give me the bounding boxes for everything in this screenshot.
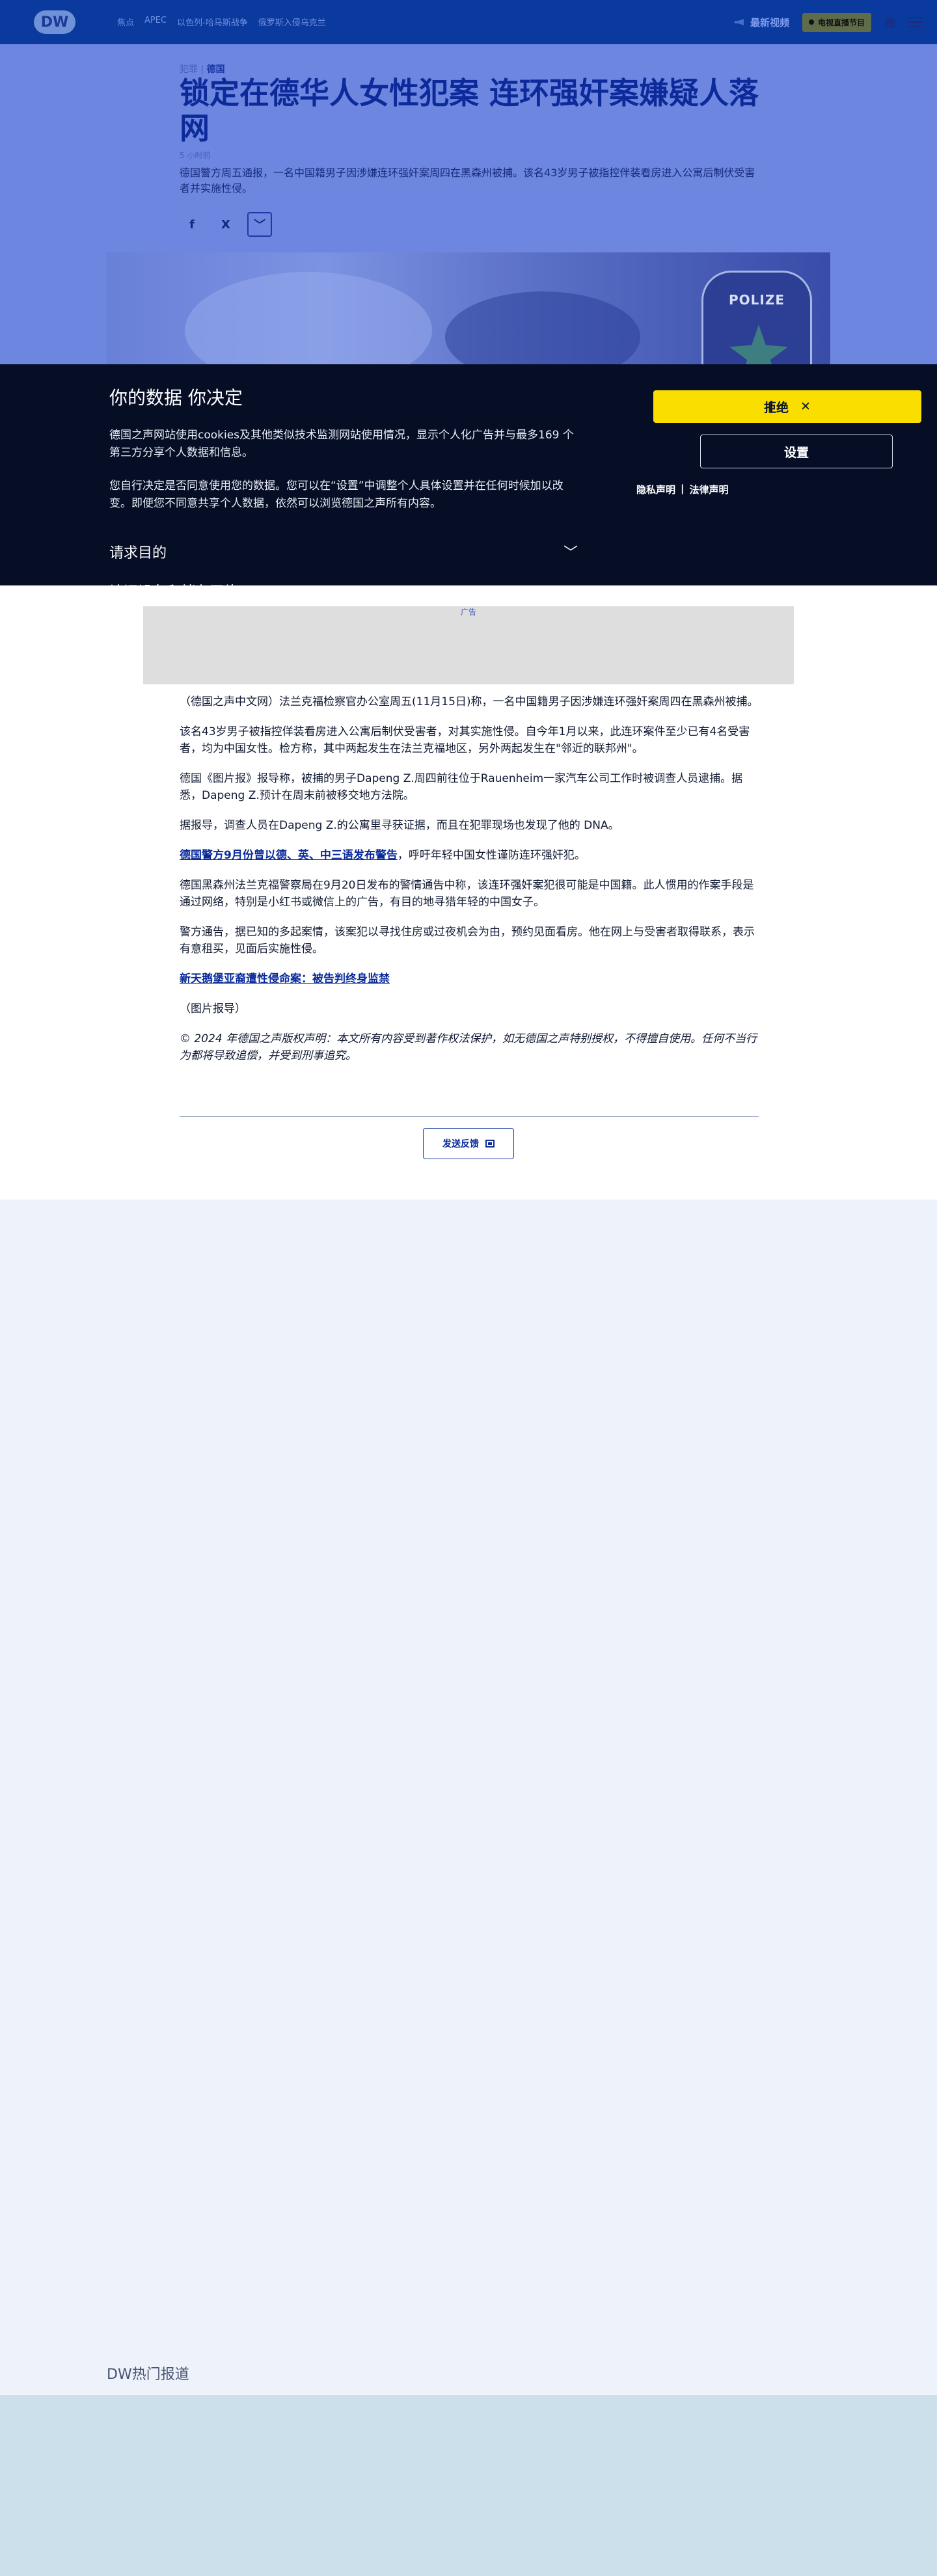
topic-nav: 焦点 APEC 以色列-哈马斯战争 俄罗斯入侵乌克兰 [117,16,326,28]
facebook-icon[interactable]: f [180,212,204,237]
paragraph: 新天鹅堡亚裔遭性侵命案：被告判终身监禁 [180,971,759,987]
x-icon[interactable]: X [213,212,238,237]
divider [180,1116,759,1117]
breadcrumb-region[interactable]: 德国 [207,64,225,75]
article-header: 犯罪 | 德国 锁定在德华人女性犯案 连环强奸案嫌疑人落网 5 小时前 德国警方… [0,44,937,409]
related-article-link[interactable]: 新天鹅堡亚裔遭性侵命案：被告判终身监禁 [180,973,390,986]
nav-item-israel-hamas[interactable]: 以色列-哈马斯战争 [177,16,248,28]
paragraph: 德国警方9月份曾以德、英、中三语发布警告，呼吁年轻中国女性谨防连环强奸犯。 [180,847,759,864]
paragraph: 该名43岁男子被指控佯装看房进入公寓后制伏受害者，对其实施性侵。自今年1月以来，… [180,725,750,755]
consent-text-1: 德国之声网站使用cookies及其他类似技术监测网站使用情况，显示个人化广告并与… [109,429,574,459]
copy-icon [485,1140,495,1147]
share-more-button[interactable]: ﹀ [247,212,272,237]
settings-button[interactable]: 设置 [700,435,893,468]
article-title: 锁定在德华人女性犯案 连环强奸案嫌疑人落网 [180,75,759,146]
live-tv-label: 电视直播节目 [817,18,865,27]
paragraph: 据报导，调查人员在Dapeng Z.的公寓里寻获证据，而且在犯罪现场也发现了他的… [180,819,619,832]
police-warning-link[interactable]: 德国警方9月份曾以德、英、中三语发布警告 [180,849,398,862]
policy-links: 隐私声明 | 法律声明 [636,483,729,496]
purpose-item-partial: 访问设备和储存网络 [109,580,238,585]
reject-label: 拒绝 [764,400,789,415]
article-body: 广告 （德国之声中文网）法兰克福检察官办公室周五(11月15日)称，一名中国籍男… [0,585,937,1200]
consent-title: 你的数据 你决定 [109,387,243,409]
feedback-label: 发送反馈 [442,1139,479,1149]
breadcrumb: 犯罪 | 德国 [180,62,225,75]
cookie-consent-banner: 你的数据 你决定 德国之声网站使用cookies及其他类似技术监测网站使用情况，… [0,364,937,585]
close-icon: ✕ [800,399,811,414]
request-purpose-label: 请求目的 [109,545,167,561]
share-bar: f X ﹀ [180,212,272,237]
consent-text-2: 您自行决定是否同意使用您的数据。您可以在“设置”中调整个人具体设置并在任何时候加… [109,479,564,510]
advertisement[interactable]: 广告 [143,606,794,684]
paragraph: 德国《图片报》报导称，被捕的男子Dapeng Z.周四前往位于Rauenheim… [180,772,743,802]
top-navigation-bar: DW 焦点 APEC 以色列-哈马斯战争 俄罗斯入侵乌克兰 最新视频 电视直播节… [0,0,937,44]
header-actions: 最新视频 电视直播节目 ▦ [734,12,923,33]
send-feedback-button[interactable]: 发送反馈 [423,1128,514,1159]
paragraph: （德国之声中文网）法兰克福检察官办公室周五(11月15日)称，一名中国籍男子因涉… [180,695,759,708]
footer-band [0,2395,937,2576]
paragraph-text: ，呼吁年轻中国女性谨防连环强奸犯。 [397,849,586,862]
article-lead: 德国警方周五通报，一名中国籍男子因涉嫌连环强奸案周四在黑森州被捕。该名43岁男子… [180,167,755,195]
speaker-icon [734,19,744,25]
breadcrumb-category[interactable]: 犯罪 [180,64,198,75]
nav-item-apec[interactable]: APEC [144,16,167,28]
breadcrumb-separator: | [200,64,207,75]
chevron-down-icon: ﹀ [563,545,578,561]
reject-button[interactable]: 拒绝 ✕ [653,390,921,423]
latest-videos-label: 最新视频 [750,16,789,29]
ad-label: 广告 [460,608,476,617]
copyright-notice: © 2024 年德国之声版权声明：本文所有内容受到著作权法保护，如无德国之声特别… [180,1032,757,1062]
paragraph: 警方通告，据已知的多起案情，该案犯以寻找住房或过夜机会为由，预约见面看房。他在网… [180,926,755,956]
paragraph: 德国黑森州法兰克福警察局在9月20日发布的警情通告中称，该连环强奸案犯很可能是中… [180,879,754,909]
live-tv-button[interactable]: 电视直播节目 [802,12,871,32]
policy-separator: | [681,483,685,494]
dw-logo[interactable]: DW [34,10,75,34]
article-text: （德国之声中文网）法兰克福检察官办公室周五(11月15日)称，一名中国籍男子因涉… [180,693,759,1077]
privacy-link[interactable]: 隐私声明 [636,483,675,496]
focus-cursor-icon [770,401,772,412]
legal-link[interactable]: 法律声明 [690,483,729,496]
live-dot-icon [808,20,814,25]
publish-time: 5 小时前 [180,151,211,160]
nav-item-ukraine[interactable]: 俄罗斯入侵乌克兰 [258,16,326,28]
menu-icon[interactable] [908,17,923,27]
language-icon[interactable]: ▦ [884,16,895,29]
request-purpose-toggle[interactable]: 请求目的 ﹀ [109,541,578,562]
nav-item-focus[interactable]: 焦点 [117,16,134,28]
paragraph: （图片报导） [180,1002,246,1015]
hot-stories-heading: DW热门报道 [107,2367,189,2383]
latest-videos-link[interactable]: 最新视频 [734,16,789,29]
